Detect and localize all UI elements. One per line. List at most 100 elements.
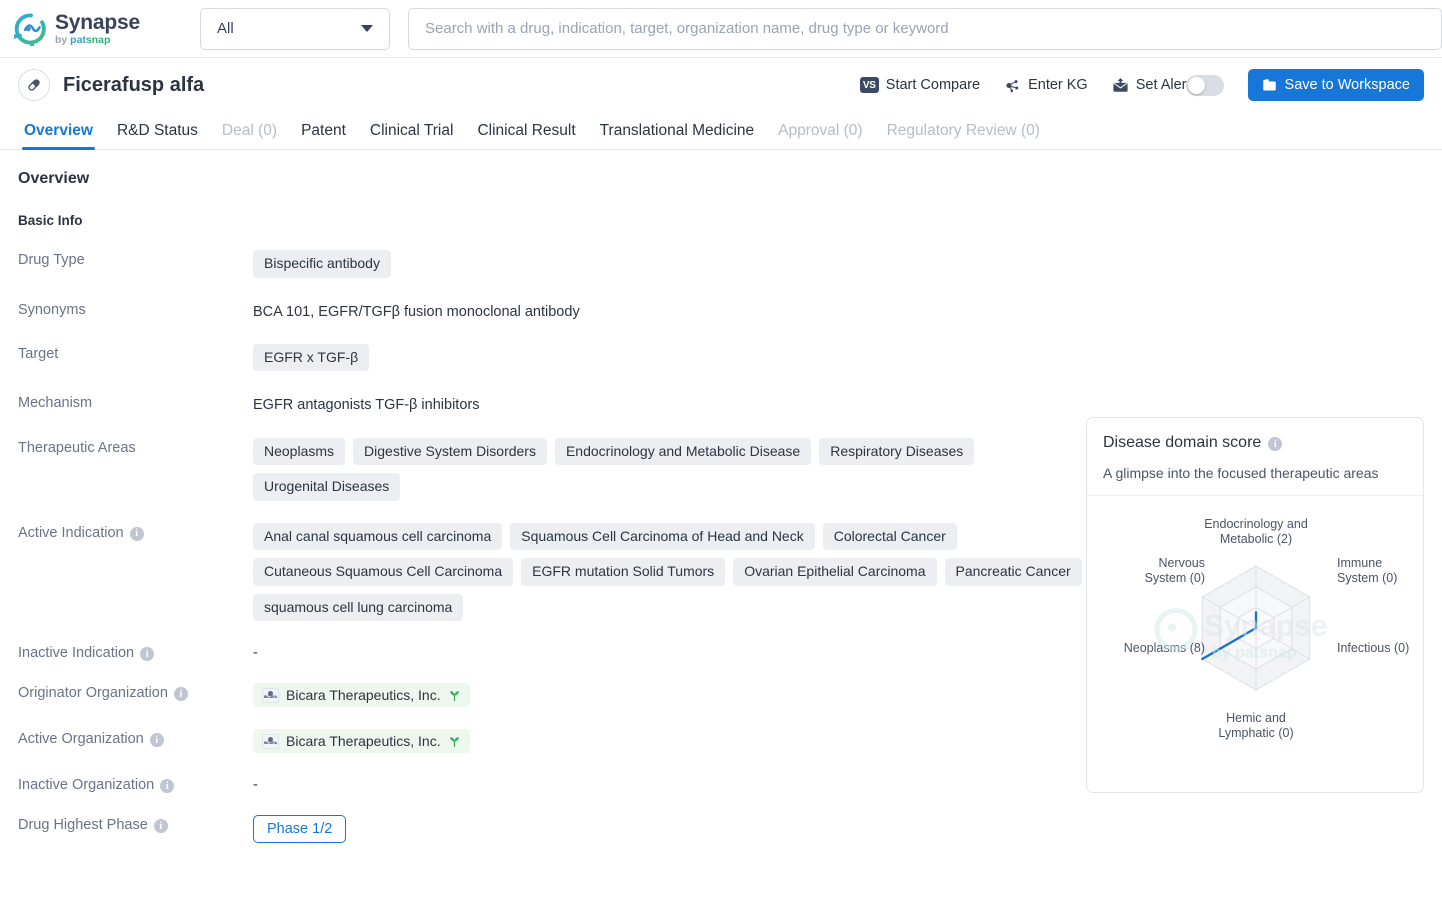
organization-logo-icon: BICARA [262, 687, 279, 703]
value-tag[interactable]: Endocrinology and Metabolic Disease [554, 437, 812, 466]
search-scope-value: All [217, 20, 234, 37]
value-tag[interactable]: squamous cell lung carcinoma [253, 593, 464, 622]
value-tag[interactable]: Urogenital Diseases [253, 473, 401, 501]
value-originator-organization: BICARA Bicara Therapeutics, Inc. [253, 683, 1083, 708]
drug-highest-phase-button[interactable]: Phase 1/2 [253, 815, 347, 844]
info-icon[interactable]: i [140, 647, 155, 662]
tab-r-d-status[interactable]: R&D Status [105, 122, 210, 149]
capsule-icon [18, 69, 50, 101]
row-originator-organization: Originator Organization i BICARA Bicara T… [18, 683, 1083, 708]
radar-svg: Endocrinology and Metabolic (2) Immune Syst… [1124, 517, 1410, 740]
row-inactive-indication: Inactive Indication i - [18, 643, 1083, 662]
value-tag[interactable]: Digestive System Disorders [353, 437, 547, 466]
label-drug-highest-phase-text: Drug Highest Phase [18, 817, 148, 834]
alert-mail-icon [1112, 78, 1128, 92]
label-active-organization: Active Organization i [18, 729, 253, 753]
radar-axis-label: Immune System (0) [1337, 556, 1397, 585]
logo-title: Synapse [55, 10, 140, 34]
knowledge-graph-icon [1006, 79, 1019, 92]
tab-overview[interactable]: Overview [12, 122, 105, 150]
vs-icon: VS [859, 77, 879, 93]
info-icon[interactable]: i [129, 526, 144, 541]
info-icon[interactable]: i [149, 733, 164, 748]
search-box[interactable] [408, 7, 1442, 50]
value-tag[interactable]: Colorectal Cancer [822, 522, 957, 551]
overview-panel: Overview Basic Info Drug Type Bispecific… [18, 150, 1083, 844]
row-mechanism: Mechanism EGFR antagonists TGF-β inhibit… [18, 393, 1083, 415]
synapse-logo-icon [14, 12, 46, 46]
value-tag[interactable]: Neoplasms [253, 437, 346, 466]
page-title: Ficerafusp alfa [63, 73, 205, 96]
value-tag[interactable]: EGFR x TGF-β [253, 343, 370, 372]
value-tag[interactable]: Bispecific antibody [253, 250, 391, 278]
value-tag[interactable]: Ovarian Epithelial Carcinoma [733, 558, 937, 586]
label-therapeutic-areas: Therapeutic Areas [18, 439, 136, 456]
value-drug-highest-phase: Phase 1/2 [253, 815, 1083, 844]
value-active-indication: Anal canal squamous cell carcinoma Squamo… [253, 522, 1083, 622]
value-tag[interactable]: Cutaneous Squamous Cell Carcinoma [253, 558, 514, 586]
synonyms-text: BCA 101, EGFR/TGFβ fusion monoclonal ant… [253, 303, 580, 320]
info-icon[interactable]: i [1268, 437, 1283, 451]
label-inactive-organization-text: Inactive Organization [18, 777, 155, 794]
value-drug-type: Bispecific antibody [253, 250, 1083, 278]
row-drug-type: Drug Type Bispecific antibody [18, 250, 1083, 278]
tab-translational-medicine[interactable]: Translational Medicine [588, 122, 767, 149]
value-tag[interactable]: Squamous Cell Carcinoma of Head and Neck [510, 522, 815, 551]
app-logo[interactable]: Synapse by patsnap [14, 12, 184, 46]
basic-info-heading: Basic Info [18, 213, 83, 228]
enter-kg-button[interactable]: Enter KG [1004, 77, 1088, 94]
label-target: Target [18, 345, 59, 362]
organization-name: Bicara Therapeutics, Inc. [286, 687, 441, 704]
start-compare-button[interactable]: VS Start Compare [859, 77, 980, 93]
page-content: Overview Basic Info Drug Type Bispecific… [0, 150, 1442, 844]
value-tag[interactable]: Anal canal squamous cell carcinoma [253, 522, 503, 551]
row-inactive-organization: Inactive Organization i - [18, 775, 1083, 794]
value-tag[interactable]: EGFR mutation Solid Tumors [521, 558, 726, 586]
tab-deal-0[interactable]: Deal (0) [210, 122, 289, 149]
label-active-organization-text: Active Organization [18, 731, 144, 748]
organization-name: Bicara Therapeutics, Inc. [286, 733, 441, 750]
tab-clinical-result[interactable]: Clinical Result [465, 122, 587, 149]
info-icon[interactable]: i [173, 687, 188, 702]
capsule-glyph [28, 79, 40, 91]
radar-axis-label: Nervous System (0) [1145, 556, 1205, 585]
save-to-workspace-button[interactable]: Save to Workspace [1247, 69, 1424, 101]
info-icon[interactable]: i [153, 819, 168, 834]
value-active-organization: BICARA Bicara Therapeutics, Inc. [253, 729, 1083, 754]
organization-tag[interactable]: BICARA Bicara Therapeutics, Inc. [253, 683, 470, 708]
set-alert-toggle[interactable] [1185, 74, 1224, 96]
value-target: EGFR x TGF-β [253, 343, 1083, 372]
search-scope-select[interactable]: All [200, 7, 390, 50]
save-to-workspace-label: Save to Workspace [1284, 77, 1410, 93]
sprout-icon [449, 690, 459, 701]
sprout-icon [449, 736, 459, 747]
label-drug-highest-phase: Drug Highest Phase i [18, 815, 253, 843]
overview-heading: Overview [18, 170, 90, 187]
logo-wordmark: Synapse by patsnap [55, 12, 140, 46]
tab-regulatory-review-0[interactable]: Regulatory Review (0) [875, 122, 1052, 149]
radar-axis-label: Endocrinology and Metabolic (2) [1204, 517, 1308, 546]
set-alert-button[interactable]: Set Alert [1112, 74, 1224, 96]
tab-clinical-trial[interactable]: Clinical Trial [358, 122, 466, 149]
value-mechanism: EGFR antagonists TGF-β inhibitors [253, 393, 1083, 415]
disease-domain-score-card: Disease domain score i A glimpse into th… [1086, 417, 1424, 793]
header-actions: VS Start Compare Enter KG Set Alert Save… [859, 69, 1424, 101]
label-active-indication-text: Active Indication [18, 524, 124, 541]
value-therapeutic-areas: Neoplasms Digestive System Disorders Endoc… [253, 437, 1083, 501]
organization-tag[interactable]: BICARA Bicara Therapeutics, Inc. [253, 729, 470, 754]
value-tag[interactable]: Respiratory Diseases [819, 437, 975, 466]
info-icon[interactable]: i [160, 779, 175, 794]
value-tag[interactable]: Pancreatic Cancer [944, 558, 1082, 586]
tab-patent[interactable]: Patent [289, 122, 358, 149]
search-input[interactable] [425, 20, 1425, 37]
row-synonyms: Synonyms BCA 101, EGFR/TGFβ fusion monoc… [18, 300, 1083, 322]
score-card-subtitle: A glimpse into the focused therapeutic a… [1103, 465, 1379, 481]
score-card-header: Disease domain score i A glimpse into th… [1087, 418, 1423, 496]
inactive-organization-text: - [253, 777, 258, 794]
tab-approval-0[interactable]: Approval (0) [766, 122, 874, 149]
set-alert-label: Set Alert [1135, 77, 1191, 93]
inactive-indication-text: - [253, 645, 258, 662]
mechanism-text: EGFR antagonists TGF-β inhibitors [253, 397, 480, 414]
row-drug-highest-phase: Drug Highest Phase i Phase 1/2 [18, 815, 1083, 844]
score-card-title-row: Disease domain score i [1103, 434, 1407, 452]
